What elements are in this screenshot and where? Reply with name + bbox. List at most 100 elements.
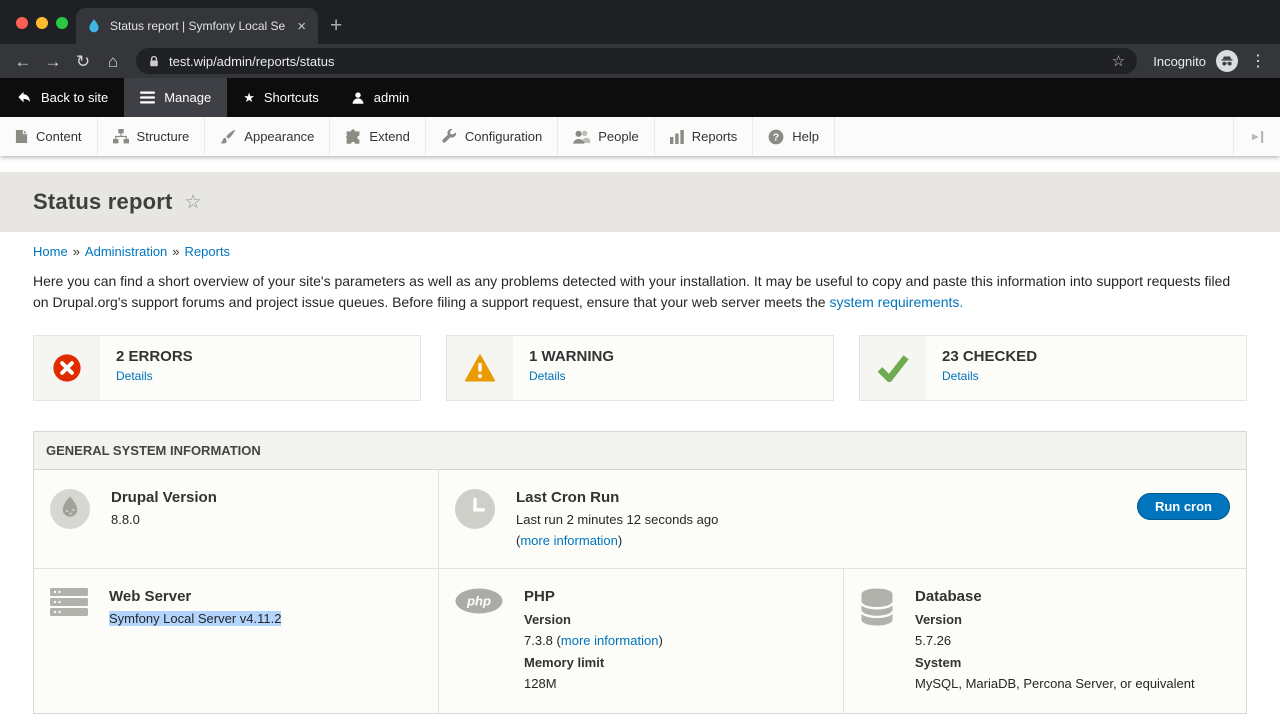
page-title: Status report	[33, 189, 173, 215]
browser-tab[interactable]: Status report | Symfony Local Se ×	[76, 8, 318, 44]
user-icon	[351, 91, 365, 105]
menu-item-extend[interactable]: Extend	[330, 117, 425, 156]
reload-icon[interactable]: ↻	[68, 53, 98, 70]
menu-item-structure[interactable]: Structure	[98, 117, 206, 156]
web-server-value-selected: Symfony Local Server v4.11.2	[109, 611, 281, 626]
bar-chart-icon	[670, 130, 684, 144]
menu-label: Extend	[369, 129, 409, 144]
favorite-star-icon[interactable]: ☆	[185, 191, 202, 214]
tab-title: Status report | Symfony Local Se	[110, 19, 287, 33]
php-more-information-link[interactable]: more information	[561, 633, 659, 648]
php-version-line: 7.3.8 (more information)	[524, 632, 663, 649]
menu-item-configuration[interactable]: Configuration	[426, 117, 558, 156]
back-to-site-link[interactable]: Back to site	[0, 78, 124, 117]
menu-item-reports[interactable]: Reports	[655, 117, 754, 156]
menu-label: Content	[36, 129, 82, 144]
cron-title: Last Cron Run	[516, 489, 718, 507]
window-close-button[interactable]	[16, 17, 28, 29]
warning-details-link[interactable]: Details	[529, 369, 566, 383]
svg-text:?: ?	[773, 131, 779, 143]
cron-more-information-link[interactable]: more information	[520, 533, 618, 548]
php-version-label: Version	[524, 611, 663, 628]
star-icon: ★	[243, 91, 255, 104]
drupal-admin-toolbar: Back to site Manage ★ Shortcuts admin	[0, 78, 1280, 117]
browser-menu-icon[interactable]: ⋮	[1250, 51, 1266, 71]
menu-item-people[interactable]: People	[558, 117, 654, 156]
toolbar-item-shortcuts[interactable]: ★ Shortcuts	[227, 78, 335, 117]
browser-toolbar: ← → ↻ ⌂ test.wip/admin/reports/status ☆ …	[0, 44, 1280, 78]
php-text: PHP Version 7.3.8 (more information) Mem…	[524, 588, 663, 692]
menu-label: Structure	[137, 129, 190, 144]
panel-header: GENERAL SYSTEM INFORMATION	[34, 432, 1246, 470]
collapse-toolbar-button[interactable]	[1233, 117, 1280, 156]
home-icon[interactable]: ⌂	[98, 53, 128, 70]
checked-count: 23 CHECKED	[942, 348, 1037, 365]
menu-item-help[interactable]: ? Help	[753, 117, 835, 156]
back-to-site-label: Back to site	[41, 90, 108, 105]
system-requirements-link[interactable]: system requirements.	[829, 294, 963, 310]
menu-item-appearance[interactable]: Appearance	[205, 117, 330, 156]
warning-count: 1 WARNING	[529, 348, 614, 365]
collapse-tray-icon	[1249, 129, 1265, 145]
forward-icon[interactable]: →	[38, 53, 68, 70]
manage-label: Manage	[164, 90, 211, 105]
puzzle-icon	[345, 129, 361, 145]
last-cron-run-cell: Last Cron Run Last run 2 minutes 12 seco…	[439, 470, 1246, 568]
breadcrumb-reports-link[interactable]: Reports	[185, 244, 231, 259]
window-minimize-button[interactable]	[36, 17, 48, 29]
breadcrumb: Home»Administration»Reports	[33, 244, 1247, 259]
window-zoom-button[interactable]	[56, 17, 68, 29]
panel-row-2: Web Server Symfony Local Server v4.11.2 …	[34, 569, 1246, 713]
status-card-warnings: 1 WARNING Details	[446, 335, 834, 401]
page-content: Home»Administration»Reports Here you can…	[0, 232, 1280, 720]
breadcrumb-home-link[interactable]: Home	[33, 244, 68, 259]
people-icon	[573, 129, 590, 144]
svg-text:php: php	[466, 594, 491, 609]
run-cron-button[interactable]: Run cron	[1137, 493, 1230, 520]
lock-icon	[148, 55, 160, 68]
general-system-information-panel: GENERAL SYSTEM INFORMATION Drupal Versio…	[33, 431, 1247, 714]
php-logo-icon: php	[455, 588, 503, 614]
php-memory-value: 128M	[524, 675, 663, 692]
tab-close-icon[interactable]: ×	[295, 19, 308, 34]
menu-item-content[interactable]: Content	[0, 117, 98, 156]
new-tab-button[interactable]: +	[330, 15, 342, 36]
warning-card-body: 1 WARNING Details	[513, 336, 630, 400]
error-details-link[interactable]: Details	[116, 369, 153, 383]
bookmark-star-icon[interactable]: ☆	[1112, 52, 1125, 70]
toolbar-item-user[interactable]: admin	[335, 78, 425, 117]
web-server-value-line: Symfony Local Server v4.11.2	[109, 610, 281, 627]
database-cell: Database Version 5.7.26 System MySQL, Ma…	[844, 569, 1246, 713]
paren: )	[618, 533, 622, 548]
address-bar[interactable]: test.wip/admin/reports/status ☆	[136, 48, 1137, 74]
status-card-errors: 2 ERRORS Details	[33, 335, 421, 401]
drupal-logo-icon	[50, 489, 90, 529]
breadcrumb-administration-link[interactable]: Administration	[85, 244, 167, 259]
hamburger-icon	[140, 91, 155, 104]
menu-label: Configuration	[465, 129, 542, 144]
drupal-version-cell: Drupal Version 8.8.0	[34, 470, 439, 568]
structure-blocks-icon	[113, 129, 129, 144]
database-title: Database	[915, 588, 1195, 606]
database-version-label: Version	[915, 611, 1195, 628]
url-text[interactable]: test.wip/admin/reports/status	[169, 54, 334, 69]
drupal-version-title: Drupal Version	[111, 489, 217, 507]
help-icon: ?	[768, 129, 784, 145]
cron-more-info-line: (more information)	[516, 532, 718, 549]
clock-icon	[455, 489, 495, 529]
drupal-admin-menu: Content Structure Appearance Extend Conf…	[0, 117, 1280, 156]
toolbar-item-manage[interactable]: Manage	[124, 78, 227, 117]
intro-text: Here you can find a short overview of yo…	[33, 273, 1230, 310]
file-icon	[15, 129, 28, 144]
database-version-value: 5.7.26	[915, 632, 1195, 649]
database-system-label: System	[915, 654, 1195, 671]
database-icon	[860, 588, 894, 626]
error-card-body: 2 ERRORS Details	[100, 336, 209, 400]
incognito-label: Incognito	[1153, 54, 1206, 69]
checked-details-link[interactable]: Details	[942, 369, 979, 383]
web-server-cell: Web Server Symfony Local Server v4.11.2	[34, 569, 439, 713]
panel-row-1: Drupal Version 8.8.0 Last Cron Run Last …	[34, 470, 1246, 569]
menu-label: Appearance	[244, 129, 314, 144]
back-icon[interactable]: ←	[8, 53, 38, 70]
menu-label: Reports	[692, 129, 738, 144]
